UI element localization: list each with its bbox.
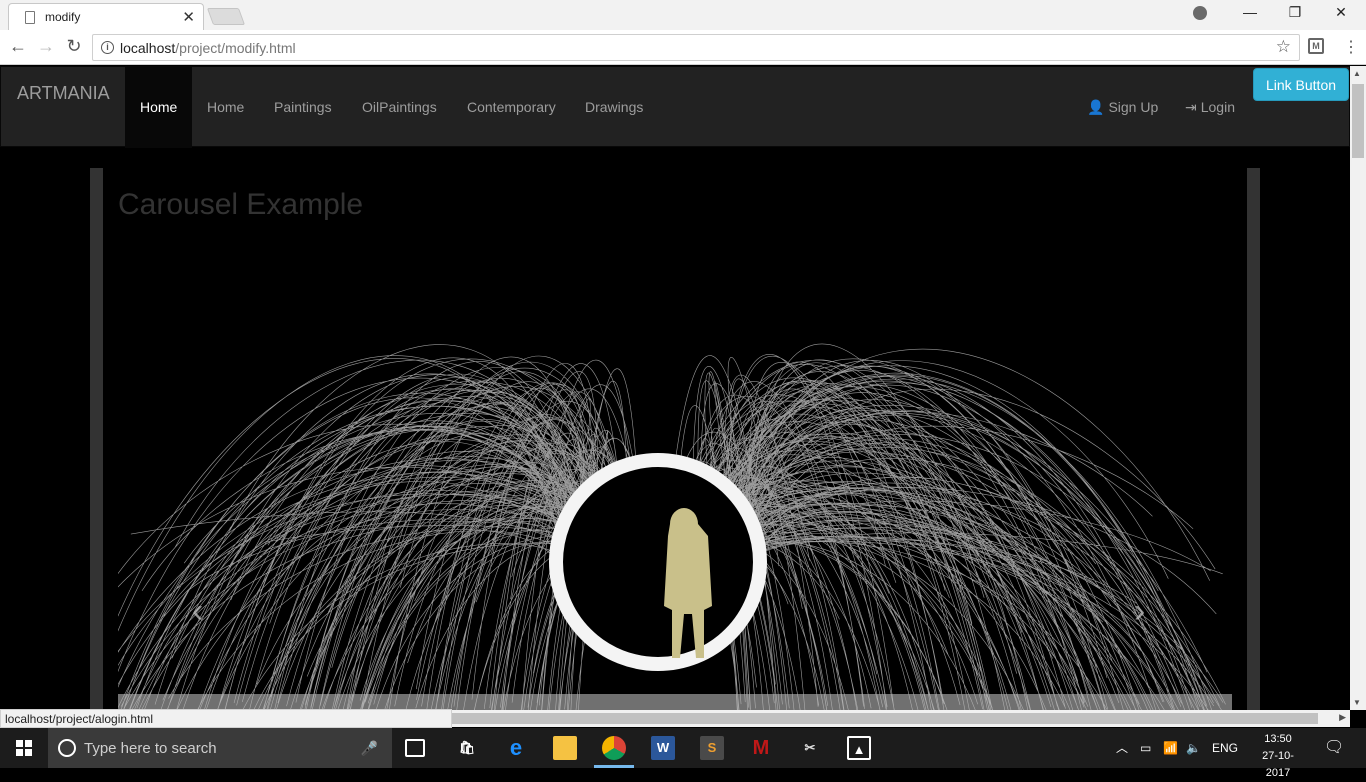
brand-logo[interactable]: ARTMANIA (17, 83, 110, 104)
sublime-text-icon[interactable]: S (700, 736, 724, 760)
new-tab-button[interactable] (206, 8, 246, 25)
carousel-next-icon[interactable]: › (1134, 592, 1145, 631)
browser-tabstrip: modify ✕ — ❐ ✕ (0, 0, 1366, 30)
browser-menu-icon[interactable]: ⋮ (1343, 37, 1359, 57)
taskbar-search-placeholder: Type here to search (84, 739, 217, 757)
snipping-tool-icon[interactable]: ✂ (798, 736, 822, 760)
reload-icon[interactable]: ↻ (62, 36, 86, 57)
tray-overflow-icon[interactable]: ︿ (1116, 728, 1128, 768)
carousel-image-steel-wool-sparks (118, 343, 1232, 710)
scroll-up-icon[interactable]: ▲ (1353, 69, 1361, 78)
clock-time: 13:50 (1264, 733, 1292, 745)
login-link[interactable]: ⇥ Login (1185, 67, 1235, 148)
wifi-icon[interactable]: 📶 (1163, 728, 1178, 768)
chrome-icon[interactable] (602, 736, 626, 760)
status-bar: localhost/project/alogin.html (0, 709, 452, 728)
volume-icon[interactable]: 🔈 (1186, 728, 1201, 768)
taskbar-clock[interactable]: 13:50 27-10-2017 (1254, 731, 1302, 782)
user-icon: 👤 (1087, 99, 1105, 115)
account-icon[interactable] (1193, 6, 1207, 20)
main-container: Carousel Example ‹ › (90, 168, 1260, 710)
windows-start-icon[interactable] (16, 740, 32, 756)
mcafee-icon[interactable]: M (749, 736, 773, 760)
browser-tab[interactable]: modify ✕ (8, 3, 204, 30)
page-viewport: ARTMANIA Home Home Paintings OilPainting… (0, 66, 1350, 710)
horizontal-scrollbar[interactable]: ▶ (452, 710, 1350, 727)
nav-item-home[interactable]: Home (192, 67, 259, 148)
back-arrow-icon[interactable]: ← (6, 36, 30, 57)
nav-item-contemporary[interactable]: Contemporary (452, 67, 571, 148)
carousel[interactable]: ‹ › (118, 232, 1232, 710)
action-center-icon[interactable]: 🗨 (1324, 728, 1344, 768)
bookmark-star-icon[interactable]: ☆ (1276, 37, 1291, 57)
browser-toolbar: ← → ↻ i localhost/project/modify.html ☆ … (0, 30, 1366, 65)
url-path: /project/modify.html (175, 39, 296, 56)
word-icon[interactable]: W (651, 736, 675, 760)
scroll-right-icon[interactable]: ▶ (1339, 712, 1346, 723)
restore-button[interactable]: ❐ (1272, 4, 1318, 21)
microphone-icon[interactable]: 🎤 (361, 740, 378, 757)
url-host: localhost (120, 39, 176, 56)
horizontal-scroll-thumb[interactable] (452, 713, 1318, 724)
taskbar-search-box[interactable]: Type here to search 🎤 (48, 728, 392, 768)
scroll-down-icon[interactable]: ▼ (1353, 698, 1361, 707)
minimize-button[interactable]: — (1227, 4, 1273, 20)
store-icon[interactable]: 🛍 (455, 736, 479, 760)
info-icon[interactable]: i (101, 41, 114, 54)
file-explorer-icon[interactable] (553, 736, 577, 760)
task-view-icon[interactable] (405, 739, 425, 757)
nav-item-home-active[interactable]: Home (125, 67, 193, 148)
close-window-button[interactable]: ✕ (1318, 4, 1364, 21)
windows-taskbar: Type here to search 🎤 🛍 e W S M ✂ ▲ ︿ ▭ … (0, 728, 1366, 779)
forward-arrow-icon[interactable]: → (34, 36, 58, 57)
page-icon (25, 10, 35, 24)
battery-icon[interactable]: ▭ (1140, 728, 1151, 768)
carousel-title: Carousel Example (118, 188, 364, 221)
signup-link[interactable]: 👤 Sign Up (1087, 67, 1158, 148)
login-icon: ⇥ (1185, 99, 1197, 115)
address-bar[interactable]: i localhost/project/modify.html ☆ (92, 34, 1300, 61)
edge-icon[interactable]: e (504, 736, 528, 760)
nav-item-paintings[interactable]: Paintings (259, 67, 347, 148)
clock-date: 27-10-2017 (1262, 750, 1294, 779)
vertical-scrollbar[interactable]: ▲ ▼ (1350, 66, 1366, 710)
vertical-scroll-thumb[interactable] (1352, 84, 1364, 158)
extension-icon[interactable]: M (1308, 38, 1324, 54)
tab-title: modify (45, 10, 81, 24)
nav-item-drawings[interactable]: Drawings (570, 67, 658, 148)
cortana-icon (58, 739, 76, 757)
language-indicator[interactable]: ENG (1212, 728, 1238, 768)
link-button[interactable]: Link Button (1253, 68, 1349, 101)
site-navbar: ARTMANIA Home Home Paintings OilPainting… (0, 66, 1350, 148)
signup-label: Sign Up (1108, 99, 1159, 115)
login-label: Login (1200, 99, 1235, 115)
photos-icon[interactable]: ▲ (847, 736, 871, 760)
tab-close-icon[interactable]: ✕ (182, 10, 195, 25)
carousel-prev-icon[interactable]: ‹ (192, 592, 203, 631)
nav-item-oilpaintings[interactable]: OilPaintings (347, 67, 452, 148)
